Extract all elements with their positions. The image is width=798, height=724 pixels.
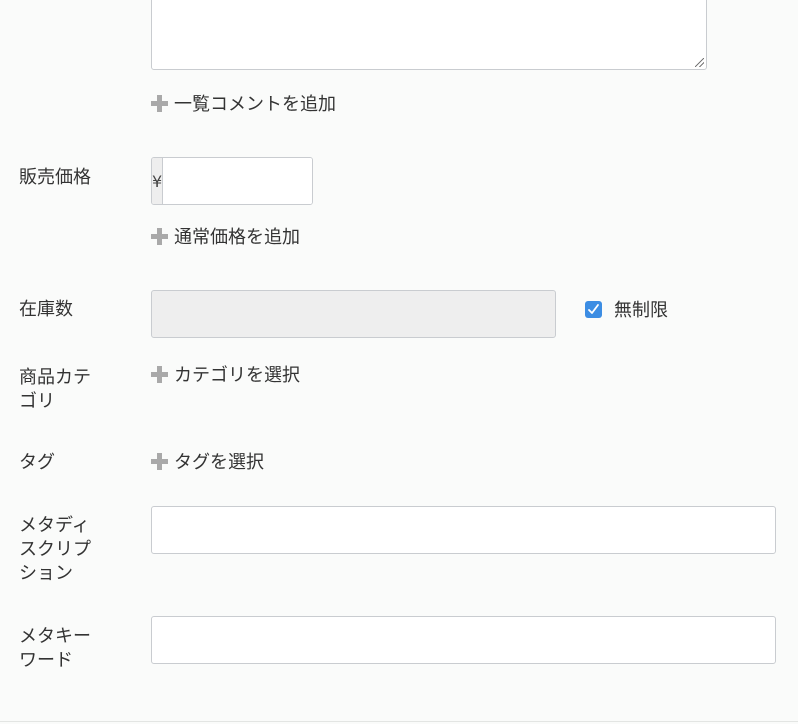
- add-regular-price-link[interactable]: 通常価格を追加: [151, 224, 300, 248]
- meta-keywords-label: メタキー ワード: [19, 625, 111, 673]
- price-label: 販売価格: [19, 167, 91, 188]
- price-input-group: ¥: [151, 157, 313, 205]
- currency-addon: ¥: [152, 158, 164, 204]
- meta-description-label: メタディ スクリプ ション: [19, 514, 111, 586]
- meta-description-label-line1: メタディ: [19, 515, 90, 536]
- category-label: 商品カテ ゴリ: [19, 366, 111, 414]
- unlimited-label: 無制限: [614, 300, 668, 321]
- select-category-label: カテゴリを選択: [174, 365, 300, 386]
- check-icon: [588, 303, 599, 314]
- meta-keywords-label-line2: ワード: [19, 650, 73, 671]
- plus-icon: [151, 227, 168, 245]
- divider: [0, 721, 798, 722]
- resize-grip-icon[interactable]: [695, 58, 704, 67]
- add-regular-price-label: 通常価格を追加: [174, 227, 300, 248]
- meta-keywords-input[interactable]: [151, 616, 776, 664]
- plus-icon: [151, 94, 168, 112]
- stock-input[interactable]: [151, 290, 556, 338]
- select-tags-link[interactable]: タグを選択: [151, 449, 264, 473]
- tags-label: タグ: [19, 452, 55, 473]
- unlimited-option[interactable]: 無制限: [585, 297, 668, 321]
- meta-description-input[interactable]: [151, 506, 776, 554]
- unlimited-checkbox[interactable]: [585, 300, 602, 318]
- meta-keywords-label-line1: メタキー: [19, 626, 91, 647]
- list-comment-textarea[interactable]: [151, 0, 707, 70]
- category-label-line2: ゴリ: [19, 391, 55, 412]
- plus-icon: [151, 365, 168, 383]
- select-tags-label: タグを選択: [174, 452, 264, 473]
- select-category-link[interactable]: カテゴリを選択: [151, 362, 300, 386]
- plus-icon: [151, 452, 168, 470]
- stock-label: 在庫数: [19, 299, 73, 320]
- price-input[interactable]: [163, 158, 312, 204]
- meta-description-label-line2: スクリプ: [19, 539, 91, 560]
- meta-description-label-line3: ション: [19, 563, 73, 584]
- add-list-comment-link[interactable]: 一覧コメントを追加: [151, 91, 336, 115]
- category-label-line1: 商品カテ: [19, 367, 91, 388]
- add-list-comment-label: 一覧コメントを追加: [174, 94, 336, 115]
